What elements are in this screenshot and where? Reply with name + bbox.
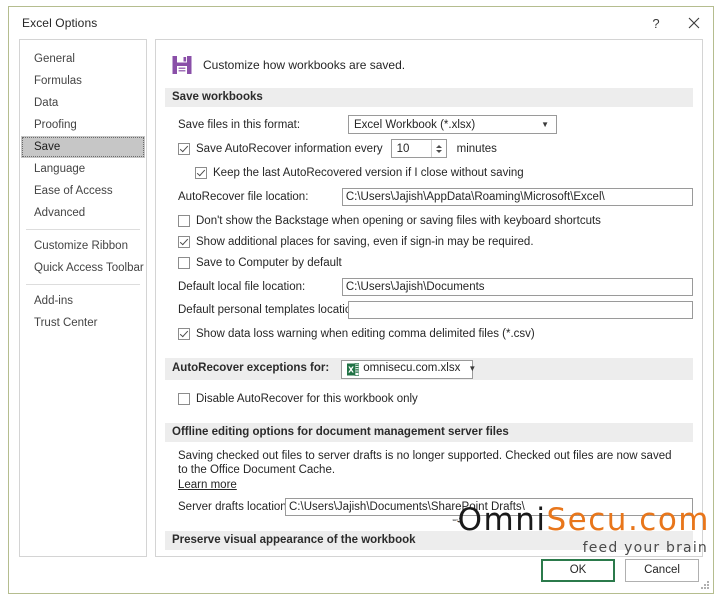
row-show-additional-places: Show additional places for saving, even … — [165, 231, 693, 252]
row-autorecover-location: AutoRecover file location: — [165, 186, 693, 207]
resize-grip-icon[interactable] — [698, 578, 710, 590]
autorecover-minutes-value: 10 — [396, 142, 410, 155]
keep-last-autorecovered-checkbox[interactable] — [195, 166, 207, 179]
sidebar-item-language[interactable]: Language — [20, 158, 146, 180]
sidebar-item-trust-center[interactable]: Trust Center — [20, 312, 146, 334]
row-disable-autorecover: Disable AutoRecover for this workbook on… — [165, 388, 693, 409]
close-icon — [688, 17, 700, 29]
sidebar-item-data[interactable]: Data — [20, 92, 146, 114]
section-header-save-workbooks: Save workbooks — [165, 88, 693, 107]
dont-show-backstage-label: Don't show the Backstage when opening or… — [196, 214, 601, 227]
help-button[interactable]: ? — [637, 8, 675, 38]
close-button[interactable] — [675, 8, 713, 38]
keep-last-autorecovered-label: Keep the last AutoRecovered version if I… — [213, 166, 524, 179]
autorecover-every-label: Save AutoRecover information every — [196, 142, 383, 155]
row-autorecover-every: Save AutoRecover information every 10 mi… — [165, 138, 693, 159]
row-default-templates-location: Default personal templates location: — [165, 299, 693, 320]
chevron-down-icon: ▼ — [541, 119, 549, 129]
row-data-loss-warning: Show data loss warning when editing comm… — [165, 323, 693, 344]
dialog-title: Excel Options — [22, 16, 98, 30]
ok-button[interactable]: OK — [541, 558, 615, 582]
question-mark-icon: ? — [652, 15, 660, 31]
server-drafts-location-label: Server drafts location: — [178, 500, 290, 513]
autorecover-location-label: AutoRecover file location: — [178, 190, 309, 203]
dialog-titlebar: Excel Options ? — [9, 7, 713, 39]
stepper-arrows[interactable] — [430, 140, 446, 157]
autorecover-exceptions-dropdown[interactable]: X omnisecu.com.xlsx ▼ — [341, 359, 476, 379]
sidebar-separator-2 — [26, 284, 140, 285]
dialog-body: General Formulas Data Proofing Save Lang… — [9, 39, 713, 557]
excel-options-dialog: Excel Options ? General Formulas Data Pr… — [8, 6, 714, 594]
show-additional-places-checkbox[interactable] — [178, 235, 190, 248]
sidebar-item-formulas[interactable]: Formulas — [20, 70, 146, 92]
save-to-computer-checkbox[interactable] — [178, 256, 190, 269]
sidebar-separator-1 — [26, 229, 140, 230]
learn-more-link[interactable]: Learn more — [165, 479, 237, 491]
row-save-to-computer: Save to Computer by default — [165, 252, 693, 273]
row-default-local-location: Default local file location: — [165, 276, 693, 297]
sidebar-item-ease-of-access[interactable]: Ease of Access — [20, 180, 146, 202]
save-format-value: Excel Workbook (*.xlsx) — [354, 118, 476, 131]
data-loss-warning-checkbox[interactable] — [178, 327, 190, 340]
row-keep-last-autorecovered: Keep the last AutoRecovered version if I… — [165, 162, 693, 183]
dialog-footer: OK Cancel — [9, 547, 713, 593]
section-header-offline-editing: Offline editing options for document man… — [165, 423, 693, 442]
autorecover-checkbox[interactable] — [178, 142, 190, 155]
disable-autorecover-checkbox[interactable] — [178, 392, 190, 405]
sidebar-item-customize-ribbon[interactable]: Customize Ribbon — [20, 235, 146, 257]
options-panel: Customize how workbooks are saved. Save … — [155, 39, 703, 557]
sidebar-item-general[interactable]: General — [20, 48, 146, 70]
default-templates-location-label: Default personal templates location: — [178, 303, 361, 316]
save-floppy-icon — [172, 56, 192, 74]
show-additional-places-label: Show additional places for saving, even … — [196, 235, 534, 248]
default-local-location-input[interactable] — [341, 277, 693, 296]
default-local-location-label: Default local file location: — [178, 280, 306, 293]
save-format-label: Save files in this format: — [178, 118, 301, 131]
sidebar-item-save[interactable]: Save — [21, 136, 145, 158]
autorecover-minutes-stepper[interactable]: 10 — [390, 139, 447, 158]
chevron-down-icon: ▼ — [468, 364, 477, 373]
excel-file-icon: X — [347, 362, 360, 376]
dont-show-backstage-checkbox[interactable] — [178, 214, 190, 227]
titlebar-buttons: ? — [637, 7, 713, 39]
minutes-label: minutes — [456, 142, 497, 155]
disable-autorecover-label: Disable AutoRecover for this workbook on… — [196, 392, 418, 405]
default-templates-location-input[interactable] — [348, 300, 693, 319]
data-loss-warning-label: Show data loss warning when editing comm… — [196, 327, 535, 340]
server-drafts-location-input[interactable] — [285, 497, 693, 516]
row-save-format: Save files in this format: Excel Workboo… — [165, 114, 693, 135]
panel-header-text: Customize how workbooks are saved. — [203, 58, 406, 72]
offline-editing-paragraph: Saving checked out files to server draft… — [178, 450, 672, 476]
options-sidebar: General Formulas Data Proofing Save Lang… — [19, 39, 147, 557]
save-to-computer-label: Save to Computer by default — [196, 256, 342, 269]
panel-header: Customize how workbooks are saved. — [165, 50, 693, 88]
sidebar-item-add-ins[interactable]: Add-ins — [20, 290, 146, 312]
save-format-dropdown[interactable]: Excel Workbook (*.xlsx) ▼ — [348, 115, 557, 134]
autorecover-location-input[interactable] — [341, 187, 693, 206]
cancel-button[interactable]: Cancel — [625, 558, 699, 582]
sidebar-item-quick-access-toolbar[interactable]: Quick Access Toolbar — [20, 257, 146, 279]
sidebar-item-proofing[interactable]: Proofing — [20, 114, 146, 136]
section-header-autorecover-exceptions: AutoRecover exceptions for: X omnisecu.c… — [165, 358, 693, 380]
svg-text:X: X — [348, 365, 354, 374]
row-server-drafts-location: Server drafts location: — [165, 496, 693, 517]
autorecover-exceptions-value: omnisecu.com.xlsx — [363, 362, 461, 375]
sidebar-item-advanced[interactable]: Advanced — [20, 202, 146, 224]
row-dont-show-backstage: Don't show the Backstage when opening or… — [165, 210, 693, 231]
autorecover-exceptions-label: AutoRecover exceptions for: — [172, 362, 330, 375]
